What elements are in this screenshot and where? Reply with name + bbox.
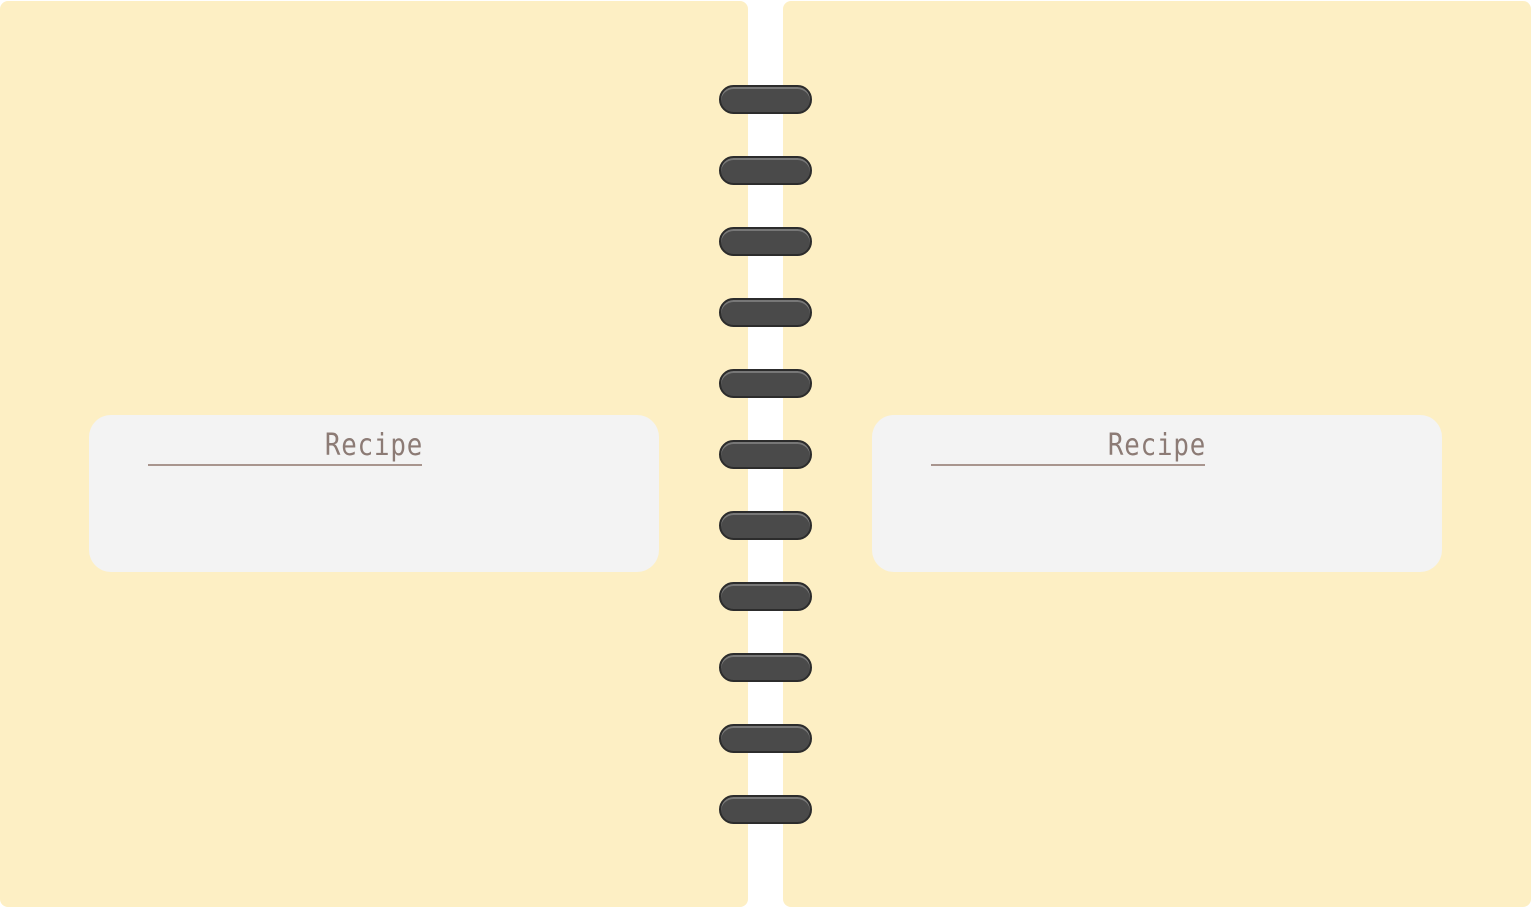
binding-ring [719, 724, 812, 753]
recipe-card[interactable]: Recipe [872, 415, 1442, 572]
right-page: Recipe [783, 1, 1531, 907]
binding-ring [719, 440, 812, 469]
recipe-title-underline [148, 464, 422, 466]
binding-ring [719, 795, 812, 824]
binding-ring [719, 653, 812, 682]
binding-ring [719, 156, 812, 185]
binding-ring [719, 369, 812, 398]
recipe-title-underline [931, 464, 1205, 466]
recipe-card-title: Recipe [1107, 428, 1207, 463]
left-page: Recipe [0, 1, 748, 907]
recipe-card[interactable]: Recipe [89, 415, 659, 572]
binding-ring [719, 85, 812, 114]
binding-ring [719, 227, 812, 256]
binding-ring [719, 298, 812, 327]
binding-ring [719, 582, 812, 611]
binding-ring [719, 511, 812, 540]
recipe-card-title: Recipe [324, 428, 424, 463]
